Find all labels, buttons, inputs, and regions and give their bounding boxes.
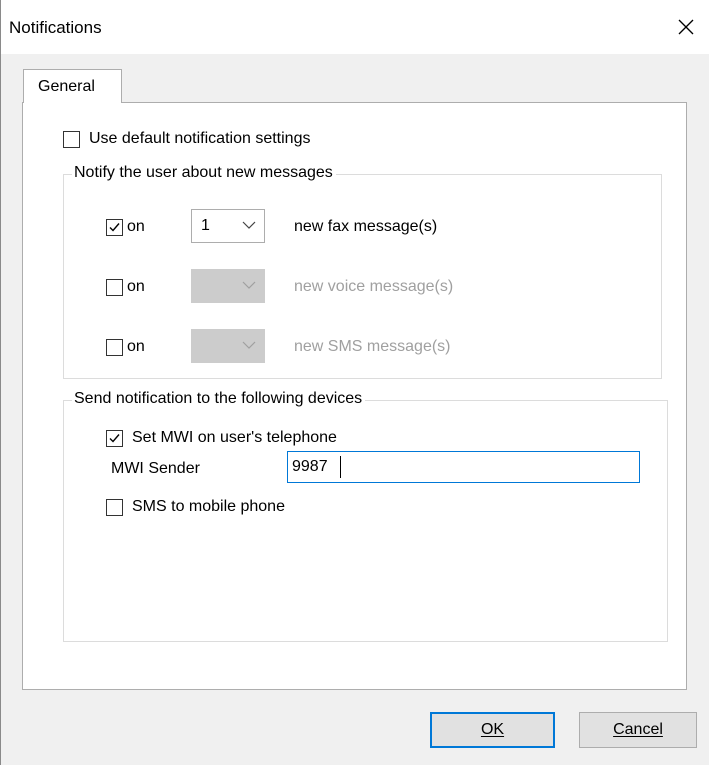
fax-message-label: new fax message(s) — [294, 218, 438, 235]
sms-mobile-checkbox[interactable] — [106, 499, 123, 516]
title-bar: Notifications — [1, 0, 709, 54]
ok-button-label: OK — [480, 721, 505, 738]
notifications-dialog: Notifications General Use default notifi… — [0, 0, 709, 765]
set-mwi-checkbox[interactable] — [106, 430, 123, 447]
text-caret — [340, 456, 341, 478]
tab-general-label: General — [38, 78, 95, 95]
sms-on-checkbox[interactable] — [106, 339, 123, 356]
close-icon — [678, 19, 694, 35]
checkmark-icon — [109, 434, 120, 443]
chevron-down-icon — [242, 281, 256, 289]
cancel-button[interactable]: Cancel — [579, 712, 697, 748]
ok-button[interactable]: OK — [430, 712, 555, 748]
checkmark-icon — [109, 223, 120, 232]
set-mwi-label: Set MWI on user's telephone — [132, 429, 337, 446]
voice-message-label: new voice message(s) — [294, 278, 454, 295]
chevron-down-icon — [242, 341, 256, 349]
tab-general[interactable]: General — [23, 69, 122, 103]
voice-on-checkbox[interactable] — [106, 279, 123, 296]
cancel-button-label: Cancel — [613, 721, 663, 738]
fax-count-value: 1 — [201, 217, 210, 234]
chevron-down-icon — [242, 221, 256, 229]
mwi-sender-input[interactable]: 9987 — [287, 451, 640, 483]
fax-on-label: on — [127, 218, 145, 235]
general-tab-panel: Use default notification settings Notify… — [22, 102, 687, 690]
use-default-label: Use default notification settings — [89, 130, 311, 147]
sms-on-label: on — [127, 338, 145, 355]
notify-group-title: Notify the user about new messages — [72, 164, 336, 182]
close-button[interactable] — [669, 10, 703, 44]
sms-mobile-label: SMS to mobile phone — [132, 498, 285, 515]
devices-group-title: Send notification to the following devic… — [72, 390, 366, 408]
sms-message-label: new SMS message(s) — [294, 338, 451, 355]
mwi-sender-value: 9987 — [292, 458, 328, 475]
fax-count-select[interactable]: 1 — [191, 209, 265, 243]
use-default-checkbox[interactable] — [63, 131, 80, 148]
voice-on-label: on — [127, 278, 145, 295]
sms-count-select[interactable] — [191, 329, 265, 363]
window-title: Notifications — [9, 18, 102, 37]
fax-on-checkbox[interactable] — [106, 219, 123, 236]
voice-count-select[interactable] — [191, 269, 265, 303]
mwi-sender-label: MWI Sender — [111, 460, 200, 477]
